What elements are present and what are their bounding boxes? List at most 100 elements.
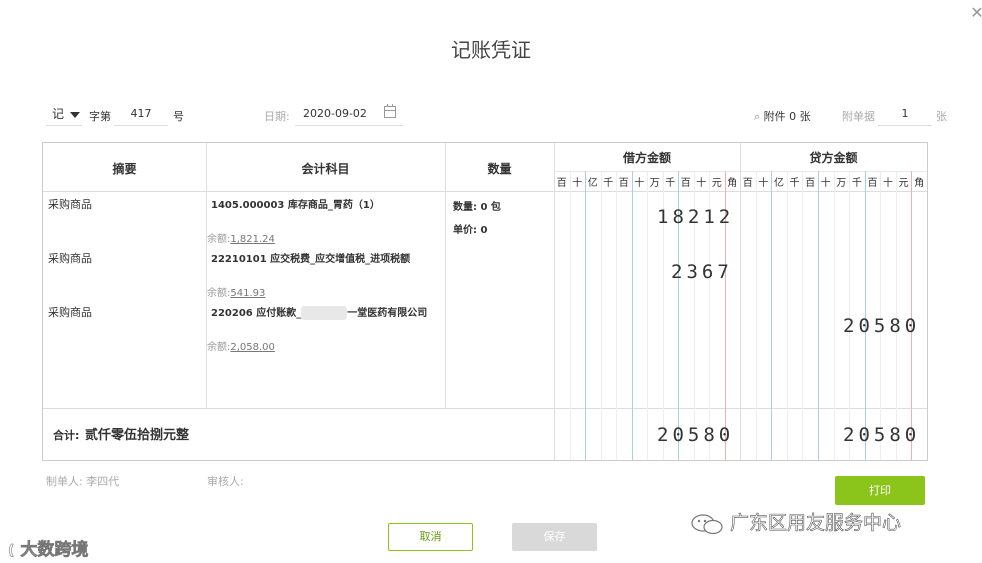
- row-summary[interactable]: 采购商品: [48, 250, 92, 266]
- hao-label: 号: [173, 110, 184, 123]
- voucher-type-select[interactable]: 记: [46, 103, 82, 126]
- debit-digit-unit: 十: [634, 178, 645, 189]
- date-value: 2020-09-02: [303, 107, 367, 120]
- credit-digit-line: [817, 171, 819, 460]
- account-prefix: 220206 应付账款_: [211, 308, 302, 319]
- credit-digit-unit: 元: [898, 178, 909, 189]
- maker-label: 制单人: 李四代: [46, 475, 120, 488]
- price-info: 单价: 0: [453, 221, 487, 236]
- debit-digit-line: [616, 171, 617, 460]
- credit-digit-unit: 十: [758, 178, 769, 189]
- credit-digit-unit: 千: [789, 178, 800, 189]
- balance-value: 2,058.00: [230, 342, 275, 353]
- credit-digit-unit: 角: [914, 178, 925, 189]
- qty-value: 0 包: [480, 202, 501, 213]
- calendar-icon[interactable]: [384, 104, 396, 118]
- row-balance: 余额:1,821.24: [207, 230, 275, 245]
- total-label: 合计:: [53, 429, 80, 442]
- debit-digit-unit: 十: [696, 178, 707, 189]
- balance-value: 1,821.24: [230, 234, 275, 245]
- row-account[interactable]: 1405.000003 库存商品_胃药（1）: [211, 196, 380, 211]
- credit-digit-unit: 百: [867, 178, 878, 189]
- row-debit-amount[interactable]: 2367: [671, 261, 733, 283]
- debit-digit-line: [569, 171, 571, 460]
- row-divider: [554, 171, 927, 172]
- credit-digit-unit: 百: [742, 178, 753, 189]
- header-account: 会计科目: [301, 162, 350, 176]
- total-amount-words: 贰仟零伍拾捌元整: [85, 428, 190, 443]
- row-summary[interactable]: 采购商品: [48, 304, 92, 320]
- row-credit-amount[interactable]: 20580: [843, 315, 920, 337]
- voucher-table: 摘要 会计科目 数量 借方金额 贷方金额 百十亿千百十万千百十元角百十亿千百十万…: [42, 142, 928, 461]
- debit-digit-unit: 十: [572, 178, 583, 189]
- qty-label: 数量:: [453, 202, 477, 213]
- header-debit: 借方金额: [622, 151, 671, 165]
- wechat-icon: [690, 513, 724, 535]
- debit-digit-unit: 百: [680, 178, 691, 189]
- watermark-right-text: 广东区用友服务中心: [730, 512, 902, 535]
- credit-digit-line: [755, 171, 757, 460]
- row-account[interactable]: 22210101 应交税费_应交增值税_进项税额: [211, 250, 410, 265]
- balance-label: 余额:: [207, 342, 231, 353]
- debit-digit-unit: 千: [603, 178, 614, 189]
- credit-digit-unit: 十: [883, 178, 894, 189]
- credit-digit-unit: 万: [836, 178, 847, 189]
- attach-doc-count-input[interactable]: 1: [878, 103, 932, 126]
- debit-digit-unit: 元: [711, 178, 722, 189]
- debit-digit-unit: 千: [665, 178, 676, 189]
- watermark-right: 广东区用友服务中心: [690, 508, 901, 535]
- row-summary[interactable]: 采购商品: [48, 196, 92, 212]
- credit-digit-line: [802, 171, 804, 460]
- credit-digit-unit: 百: [805, 178, 816, 189]
- credit-digit-line: [786, 171, 788, 460]
- credit-digit-unit: 千: [851, 178, 862, 189]
- watermark-left-text: 大数跨境: [20, 540, 89, 561]
- col-divider: [445, 143, 446, 408]
- credit-digit-line: [771, 171, 773, 460]
- total-debit-amount: 20580: [657, 424, 735, 446]
- credit-digit-line: [833, 171, 835, 460]
- debit-digit-unit: 百: [556, 178, 567, 189]
- header-quantity: 数量: [487, 162, 512, 176]
- row-divider: [43, 191, 927, 192]
- col-divider: [206, 143, 207, 408]
- header-credit: 贷方金额: [809, 151, 858, 165]
- row-divider: [43, 408, 927, 409]
- cancel-button[interactable]: 取消: [388, 523, 473, 551]
- attach-doc-label: 附单据: [842, 110, 875, 123]
- header-summary: 摘要: [112, 162, 137, 176]
- redacted-block: [301, 306, 348, 320]
- paperclip-icon: ⌕: [754, 110, 761, 123]
- auditor-label: 审核人:: [207, 475, 244, 488]
- price-value: 0: [480, 225, 488, 236]
- credit-digit-unit: 十: [820, 178, 831, 189]
- row-account[interactable]: 220206 应付账款_ 一堂医药有限公司: [211, 304, 427, 320]
- debit-digit-line: [631, 171, 633, 460]
- debit-digit-line: [647, 171, 648, 460]
- watermark-left: ( 大数跨境: [8, 535, 89, 561]
- balance-label: 余额:: [207, 234, 231, 245]
- voucher-number-input[interactable]: 417: [114, 103, 168, 126]
- account-suffix: 一堂医药有限公司: [347, 308, 428, 319]
- voucher-type-value: 记: [52, 107, 65, 121]
- close-icon[interactable]: ✕: [968, 4, 982, 22]
- save-button[interactable]: 保存: [512, 523, 597, 551]
- attachment-link[interactable]: ⌕ 附件 0 张: [754, 108, 811, 124]
- balance-label: 余额:: [207, 288, 231, 299]
- credit-digit-unit: 亿: [773, 178, 784, 189]
- logo-icon: (: [8, 543, 15, 560]
- price-label: 单价:: [453, 225, 477, 236]
- row-debit-amount[interactable]: 18212: [657, 206, 734, 228]
- debit-digit-unit: 万: [649, 178, 660, 189]
- debit-digit-line: [600, 171, 602, 460]
- debit-digit-unit: 亿: [587, 178, 598, 189]
- zi-label: 字第: [89, 110, 111, 123]
- balance-value: 541.93: [230, 288, 266, 299]
- row-balance: 余额:2,058.00: [207, 338, 275, 353]
- date-label: 日期:: [264, 110, 290, 123]
- debit-digit-line: [585, 171, 586, 460]
- dialog-title: 记账凭证: [451, 38, 531, 62]
- row-balance: 余额:541.93: [207, 284, 265, 299]
- print-button[interactable]: 打印: [835, 476, 925, 505]
- total-credit-amount: 20580: [843, 424, 921, 446]
